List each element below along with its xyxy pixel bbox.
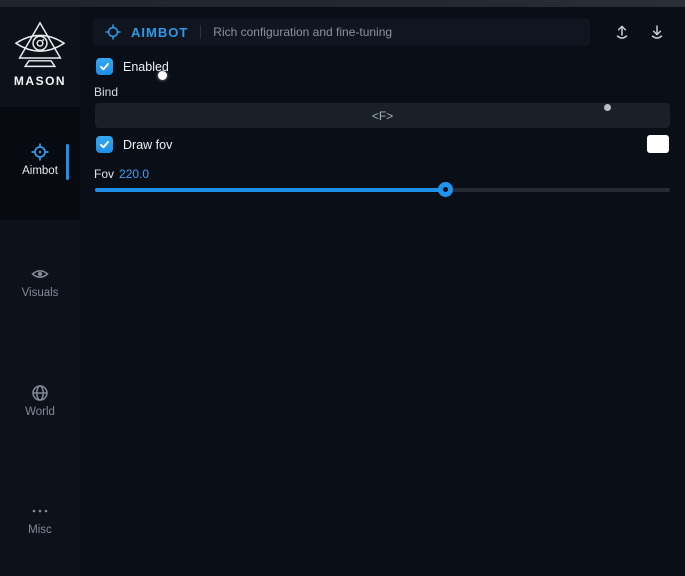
bind-input[interactable]: <F> <box>95 103 670 128</box>
sidebar-item-label: Aimbot <box>0 165 80 177</box>
app-logo: MASON <box>0 21 80 88</box>
globe-icon <box>31 384 49 402</box>
upload-icon <box>613 23 631 41</box>
crosshair-icon <box>105 24 121 40</box>
sidebar-item-world[interactable]: World <box>0 384 80 418</box>
fov-slider[interactable] <box>95 188 670 192</box>
section-header: AIMBOT Rich configuration and fine-tunin… <box>93 18 590 46</box>
enabled-checkbox[interactable] <box>96 58 113 75</box>
draw-fov-checkbox[interactable] <box>96 136 113 153</box>
cursor-dot <box>158 71 167 80</box>
fov-slider-handle[interactable] <box>438 182 453 197</box>
cursor-dot-secondary <box>604 104 611 111</box>
sidebar-item-misc[interactable]: Misc <box>0 502 80 536</box>
fov-slider-fill <box>95 188 445 192</box>
draw-fov-label: Draw fov <box>123 138 172 152</box>
window-top-strip <box>0 0 685 7</box>
download-config-button[interactable] <box>645 20 669 44</box>
crosshair-icon <box>31 143 49 161</box>
ellipsis-icon <box>31 502 49 520</box>
bind-value: <F> <box>372 109 393 123</box>
sidebar-item-visuals[interactable]: Visuals <box>0 265 80 299</box>
app-logo-label: MASON <box>0 74 80 88</box>
section-subtitle: Rich configuration and fine-tuning <box>213 25 392 39</box>
sidebar-item-label: Visuals <box>0 287 80 299</box>
masonic-eye-pyramid-icon <box>0 21 80 71</box>
fov-color-swatch[interactable] <box>647 135 669 153</box>
checkmark-icon <box>99 139 110 150</box>
bind-label: Bind <box>94 85 118 99</box>
section-title: AIMBOT <box>131 25 188 40</box>
eye-icon <box>31 265 49 283</box>
sidebar-item-label: Misc <box>0 524 80 536</box>
sidebar: MASON Aimbot Visuals <box>0 7 80 576</box>
fov-label-row: Fov 220.0 <box>94 167 149 181</box>
fov-value: 220.0 <box>119 167 149 181</box>
header-divider <box>200 25 201 39</box>
fov-label: Fov <box>94 167 114 181</box>
upload-config-button[interactable] <box>610 20 634 44</box>
download-icon <box>648 23 666 41</box>
sidebar-item-label: World <box>0 406 80 418</box>
sidebar-item-aimbot[interactable]: Aimbot <box>0 143 80 177</box>
checkmark-icon <box>99 61 110 72</box>
